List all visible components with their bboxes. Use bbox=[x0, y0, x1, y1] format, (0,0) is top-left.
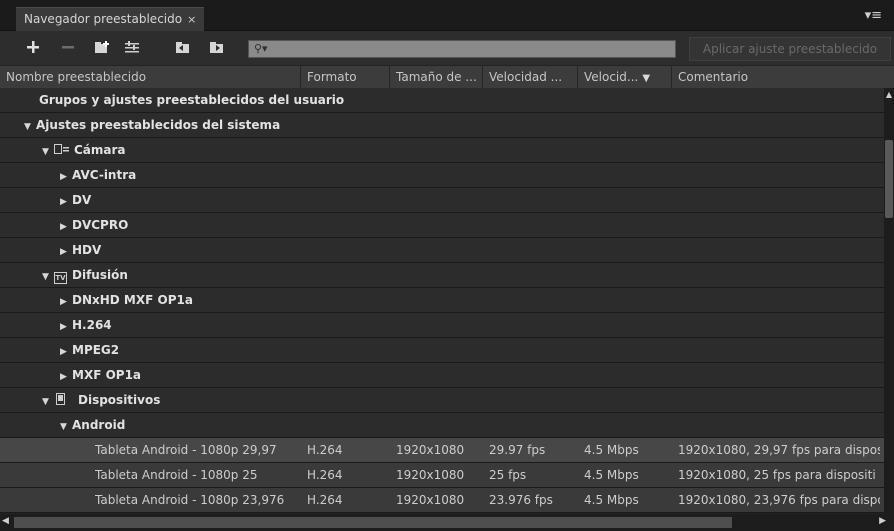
tree-item-android[interactable]: ▼ Android bbox=[0, 413, 884, 438]
tree-item-label: MXF OP1a bbox=[72, 368, 142, 382]
tree-item-broadcast[interactable]: ▼ TV Difusión bbox=[0, 263, 884, 288]
tree-item-label: Ajustes preestablecidos del sistema bbox=[36, 118, 281, 132]
tree-item-h264[interactable]: ▶ H.264 bbox=[0, 313, 884, 338]
vertical-scrollbar[interactable]: ▲ bbox=[884, 88, 894, 514]
tree-item-system-presets[interactable]: ▼ Ajustes preestablecidos del sistema bbox=[0, 113, 884, 138]
column-header-frame-rate[interactable]: Velocidad ... bbox=[483, 66, 578, 88]
preset-bitrate: 4.5 Mbps bbox=[584, 468, 639, 482]
preset-row[interactable]: Tableta Android - 1080p 29,97 H.264 1920… bbox=[0, 438, 884, 463]
new-group-icon[interactable] bbox=[91, 37, 113, 59]
tree-item-label: DNxHD MXF OP1a bbox=[72, 293, 193, 307]
expand-triangle-icon[interactable]: ▶ bbox=[60, 165, 72, 190]
column-header-comment[interactable]: Comentario bbox=[672, 66, 894, 88]
tree-item-hdv[interactable]: ▶ HDV bbox=[0, 238, 884, 263]
tree-item-mpeg2[interactable]: ▶ MPEG2 bbox=[0, 338, 884, 363]
tree-item-label: H.264 bbox=[72, 318, 112, 332]
tab-preset-browser[interactable]: Navegador preestablecido × bbox=[16, 7, 205, 31]
search-icon[interactable]: ⚲▾ bbox=[254, 41, 268, 57]
tree-item-label: Dispositivos bbox=[78, 393, 161, 407]
preset-bitrate: 4.5 Mbps bbox=[584, 443, 639, 457]
preset-frame-rate: 25 fps bbox=[489, 468, 527, 482]
column-header-frame-size[interactable]: Tamaño de ... bbox=[390, 66, 483, 88]
preset-comment: 1920x1080, 29,97 fps para dispos bbox=[678, 443, 880, 457]
preset-name: Tableta Android - 1080p 23,976 bbox=[95, 493, 285, 507]
settings-icon[interactable] bbox=[121, 37, 143, 59]
panel-tab-bar: Navegador preestablecido × ▾≡ bbox=[0, 0, 894, 31]
column-header-bitrate-label: Velocid... bbox=[584, 70, 639, 84]
export-icon[interactable] bbox=[206, 37, 228, 59]
toolbar: ⚲▾ Aplicar ajuste preestablecido bbox=[0, 31, 894, 65]
horizontal-scrollbar[interactable]: ◀ ▶ bbox=[0, 514, 894, 531]
tree-item-camera[interactable]: ▼ Cámara bbox=[0, 138, 884, 163]
preset-comment: 1920x1080, 23,976 fps para dispo bbox=[678, 493, 880, 507]
search-input[interactable]: ⚲▾ bbox=[248, 40, 676, 58]
tree-item-label: Android bbox=[72, 418, 126, 432]
panel-menu-icon[interactable]: ▾≡ bbox=[865, 8, 882, 23]
tree-item-label: MPEG2 bbox=[72, 343, 120, 357]
tree-item-dvcpro[interactable]: ▶ DVCPRO bbox=[0, 213, 884, 238]
close-icon[interactable]: × bbox=[187, 13, 196, 26]
device-icon bbox=[54, 393, 78, 407]
tree-item-avc-intra[interactable]: ▶ AVC-intra bbox=[0, 163, 884, 188]
preset-frame-rate: 23.976 fps bbox=[489, 493, 553, 507]
tree-item-label: DV bbox=[72, 193, 92, 207]
column-header: Nombre preestablecido Formato Tamaño de … bbox=[0, 66, 894, 89]
tab-label: Navegador preestablecido bbox=[24, 12, 183, 26]
preset-bitrate: 4.5 Mbps bbox=[584, 493, 639, 507]
column-header-format[interactable]: Formato bbox=[301, 66, 390, 88]
expand-triangle-icon[interactable]: ▼ bbox=[60, 415, 72, 440]
tree-item-label: AVC-intra bbox=[72, 168, 137, 182]
plus-icon[interactable] bbox=[22, 37, 44, 59]
preset-frame-size: 1920x1080 bbox=[396, 443, 465, 457]
scroll-right-icon[interactable]: ▶ bbox=[879, 516, 886, 526]
tree-item-label: HDV bbox=[72, 243, 102, 257]
preset-frame-rate: 29.97 fps bbox=[489, 443, 546, 457]
tree-item-label: Grupos y ajustes preestablecidos del usu… bbox=[39, 93, 345, 107]
scroll-up-icon[interactable]: ▲ bbox=[884, 90, 894, 99]
expand-triangle-icon[interactable]: ▼ bbox=[42, 390, 54, 415]
tree-item-mxf-op1a[interactable]: ▶ MXF OP1a bbox=[0, 363, 884, 388]
preset-frame-size: 1920x1080 bbox=[396, 493, 465, 507]
camera-icon bbox=[54, 143, 74, 157]
preset-format: H.264 bbox=[307, 468, 343, 482]
expand-triangle-icon[interactable]: ▼ bbox=[42, 265, 54, 290]
expand-triangle-icon[interactable]: ▶ bbox=[60, 240, 72, 265]
sort-arrow-icon: ▼ bbox=[642, 73, 651, 84]
preset-row[interactable]: Tableta Android - 1080p 25 H.264 1920x10… bbox=[0, 463, 884, 488]
tree-item-user-groups[interactable]: Grupos y ajustes preestablecidos del usu… bbox=[0, 88, 884, 113]
preset-name: Tableta Android - 1080p 29,97 bbox=[95, 443, 277, 457]
preset-tree: Grupos y ajustes preestablecidos del usu… bbox=[0, 88, 884, 514]
preset-format: H.264 bbox=[307, 443, 343, 457]
tree-item-label: Difusión bbox=[72, 268, 128, 282]
expand-triangle-icon[interactable]: ▼ bbox=[24, 115, 36, 140]
import-icon[interactable] bbox=[172, 37, 194, 59]
minus-icon[interactable] bbox=[57, 37, 79, 59]
expand-triangle-icon[interactable]: ▼ bbox=[42, 140, 54, 165]
tree-item-dv[interactable]: ▶ DV bbox=[0, 188, 884, 213]
expand-triangle-icon[interactable]: ▶ bbox=[60, 290, 72, 315]
preset-row[interactable]: Tableta Android - 1080p 23,976 H.264 192… bbox=[0, 488, 884, 513]
scroll-left-icon[interactable]: ◀ bbox=[2, 516, 9, 526]
expand-triangle-icon[interactable]: ▶ bbox=[60, 215, 72, 240]
tv-icon: TV bbox=[54, 272, 67, 284]
horizontal-scroll-thumb[interactable] bbox=[14, 517, 732, 528]
expand-triangle-icon[interactable]: ▶ bbox=[60, 340, 72, 365]
tree-item-label: DVCPRO bbox=[72, 218, 129, 232]
preset-frame-size: 1920x1080 bbox=[396, 468, 465, 482]
preset-comment: 1920x1080, 25 fps para dispositi bbox=[678, 468, 876, 482]
column-header-name[interactable]: Nombre preestablecido bbox=[0, 66, 301, 88]
tree-item-dnxhd[interactable]: ▶ DNxHD MXF OP1a bbox=[0, 288, 884, 313]
tree-item-devices[interactable]: ▼ Dispositivos bbox=[0, 388, 884, 413]
apply-preset-button[interactable]: Aplicar ajuste preestablecido bbox=[689, 37, 891, 61]
expand-triangle-icon[interactable]: ▶ bbox=[60, 365, 72, 390]
column-header-bitrate[interactable]: Velocid... ▼ bbox=[578, 66, 672, 88]
tree-item-label: Cámara bbox=[74, 143, 126, 157]
expand-triangle-icon[interactable]: ▶ bbox=[60, 190, 72, 215]
expand-triangle-icon[interactable]: ▶ bbox=[60, 315, 72, 340]
vertical-scroll-thumb[interactable] bbox=[885, 140, 893, 218]
preset-browser-panel: Navegador preestablecido × ▾≡ ⚲▾ Aplicar … bbox=[0, 0, 894, 531]
preset-format: H.264 bbox=[307, 493, 343, 507]
preset-name: Tableta Android - 1080p 25 bbox=[95, 468, 258, 482]
